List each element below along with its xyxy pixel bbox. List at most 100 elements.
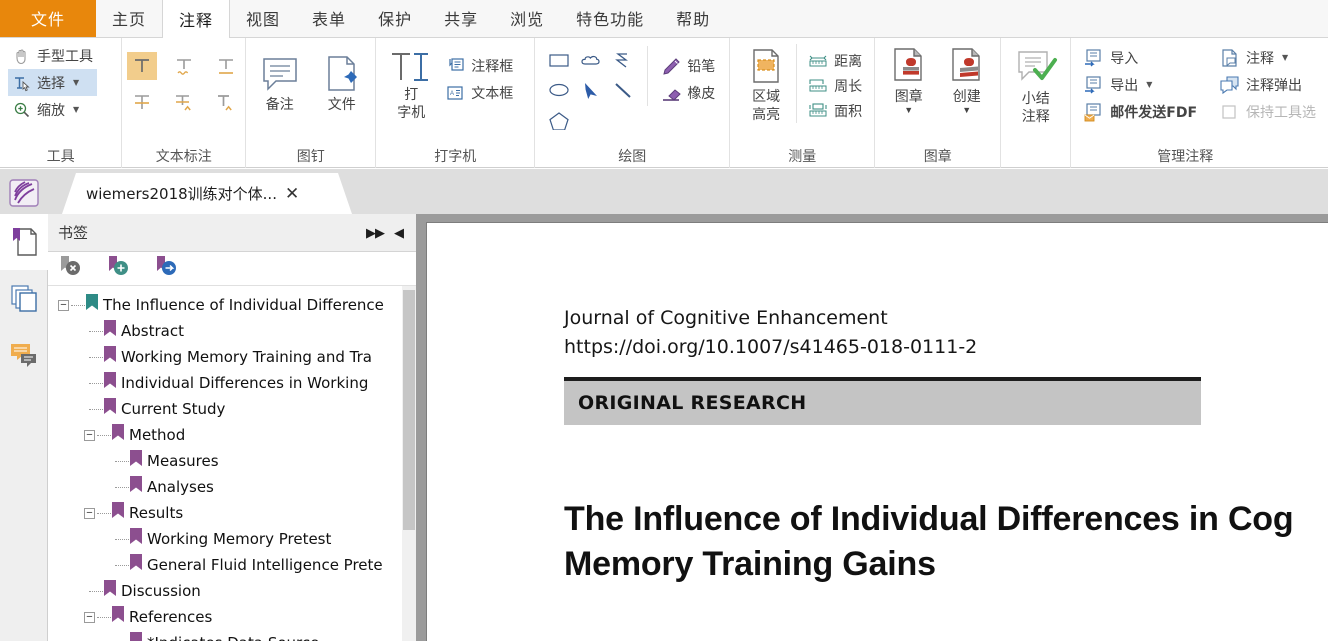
menu-item-form[interactable]: 表单 bbox=[296, 0, 362, 37]
bookmark-item[interactable]: − The Influence of Individual Difference bbox=[48, 292, 416, 318]
menu-item-view[interactable]: 视图 bbox=[230, 0, 296, 37]
menu-item-file[interactable]: 文件 bbox=[0, 0, 96, 37]
area-highlight-label: 区域 高亮 bbox=[752, 89, 781, 123]
comment-list-icon bbox=[1219, 48, 1241, 68]
comment-list-button[interactable]: 注释 ▼ bbox=[1215, 44, 1320, 71]
menu-item-special-features[interactable]: 特色功能 bbox=[560, 0, 660, 37]
bookmark-item[interactable]: General Fluid Intelligence Prete bbox=[48, 552, 416, 578]
menu-item-share[interactable]: 共享 bbox=[428, 0, 494, 37]
callout-box-button[interactable]: 注释框 bbox=[440, 52, 517, 79]
zoom-tool-button[interactable]: 缩放 ▼ bbox=[8, 96, 97, 123]
bookmarks-panel: 书签 ▶▶ ◀ − The Influence of Individual Di… bbox=[48, 214, 416, 641]
expander-icon[interactable]: − bbox=[58, 299, 69, 311]
document-tab[interactable]: wiemers2018训练对个体... ✕ bbox=[62, 173, 352, 214]
stamp-button[interactable]: 图章 ▼ bbox=[882, 44, 936, 116]
bookmarks-tree[interactable]: − The Influence of Individual Difference… bbox=[48, 286, 416, 641]
add-bookmark-icon[interactable] bbox=[106, 254, 132, 283]
ribbon-group-manage-comments-title: 管理注释 bbox=[1157, 149, 1214, 165]
expander-icon[interactable]: − bbox=[84, 507, 95, 519]
menu-item-browse[interactable]: 浏览 bbox=[494, 0, 560, 37]
pencil-button[interactable]: 铅笔 bbox=[656, 52, 719, 79]
bookmark-item[interactable]: Working Memory Pretest bbox=[48, 526, 416, 552]
area-measure-button[interactable]: 面积 bbox=[803, 98, 866, 123]
cloud-shape-icon[interactable] bbox=[575, 46, 607, 74]
bookmarks-scrollbar[interactable] bbox=[402, 286, 416, 641]
menu-item-home[interactable]: 主页 bbox=[96, 0, 162, 37]
hand-tool-button[interactable]: 手型工具 bbox=[8, 42, 97, 69]
perimeter-measure-button[interactable]: 周长 bbox=[803, 73, 866, 98]
import-comments-button[interactable]: 导入 bbox=[1079, 44, 1201, 71]
collapse-all-icon[interactable]: ▶▶ bbox=[361, 225, 389, 241]
pdf-page[interactable]: Journal of Cognitive Enhancement https:/… bbox=[426, 222, 1328, 641]
bookmark-item[interactable]: Working Memory Training and Tra bbox=[48, 344, 416, 370]
replace-text-icon[interactable] bbox=[169, 88, 199, 116]
bookmark-item[interactable]: Individual Differences in Working bbox=[48, 370, 416, 396]
polyline-icon[interactable] bbox=[607, 46, 639, 74]
chevron-down-icon[interactable]: ▼ bbox=[962, 106, 971, 115]
keep-tool-selected-checkbox[interactable]: 保持工具选 bbox=[1215, 98, 1320, 125]
journal-name: Journal of Cognitive Enhancement bbox=[564, 307, 888, 329]
bookmark-label: Working Memory Pretest bbox=[147, 530, 332, 548]
bookmark-item[interactable]: − Results bbox=[48, 500, 416, 526]
zoom-tool-label: 缩放 bbox=[37, 102, 65, 119]
menu-item-help[interactable]: 帮助 bbox=[660, 0, 726, 37]
ribbon-group-drawing-title: 绘图 bbox=[618, 149, 647, 165]
bookmark-item[interactable]: *Indicates Data Source bbox=[48, 630, 416, 641]
comments-panel-icon[interactable] bbox=[0, 326, 48, 382]
distance-measure-label: 距离 bbox=[834, 53, 863, 70]
bookmark-flag-icon bbox=[103, 397, 117, 422]
underline-icon[interactable] bbox=[211, 52, 241, 80]
bookmark-item[interactable]: Discussion bbox=[48, 578, 416, 604]
chevron-down-icon[interactable]: ▼ bbox=[1146, 80, 1152, 89]
insert-text-icon[interactable] bbox=[211, 88, 241, 116]
summarize-comments-button[interactable]: 小结 注释 bbox=[1007, 46, 1065, 128]
doi-link[interactable]: https://doi.org/10.1007/s41465-018-0111-… bbox=[564, 336, 1328, 358]
squiggly-underline-icon[interactable] bbox=[169, 52, 199, 80]
strikeout-icon[interactable] bbox=[127, 88, 157, 116]
expander-icon[interactable]: − bbox=[84, 611, 95, 623]
goto-bookmark-icon[interactable] bbox=[154, 254, 180, 283]
line-icon[interactable] bbox=[607, 76, 639, 104]
rectangle-icon[interactable] bbox=[543, 46, 575, 74]
bookmark-item[interactable]: Measures bbox=[48, 448, 416, 474]
bookmark-flag-icon bbox=[129, 553, 143, 578]
highlight-icon[interactable] bbox=[126, 52, 157, 80]
chevron-down-icon[interactable]: ▼ bbox=[73, 105, 79, 114]
hide-panel-icon[interactable]: ◀ bbox=[389, 225, 408, 241]
chevron-down-icon[interactable]: ▼ bbox=[904, 106, 913, 115]
bookmark-item[interactable]: − Method bbox=[48, 422, 416, 448]
file-attachment-button[interactable]: 文件 bbox=[315, 52, 369, 115]
expander-icon[interactable]: − bbox=[84, 429, 95, 441]
bookmark-item[interactable]: Analyses bbox=[48, 474, 416, 500]
page-thumbnails-panel-icon[interactable] bbox=[0, 270, 48, 326]
text-box-button[interactable]: A 文本框 bbox=[440, 79, 517, 106]
area-highlight-button[interactable]: 区域 高亮 bbox=[738, 44, 794, 126]
export-comments-button[interactable]: 导出 ▼ bbox=[1079, 71, 1201, 98]
delete-bookmark-icon[interactable] bbox=[58, 254, 84, 283]
keep-tool-checkbox[interactable] bbox=[1219, 102, 1241, 122]
bookmark-label: Abstract bbox=[121, 322, 184, 340]
bookmark-item[interactable]: − References bbox=[48, 604, 416, 630]
select-text-button[interactable]: 选择 ▼ bbox=[8, 69, 97, 96]
menu-item-protect[interactable]: 保护 bbox=[362, 0, 428, 37]
menu-item-comment[interactable]: 注释 bbox=[162, 0, 231, 38]
eraser-button[interactable]: 橡皮 bbox=[656, 79, 719, 106]
close-icon[interactable]: ✕ bbox=[285, 185, 299, 202]
chevron-down-icon[interactable]: ▼ bbox=[73, 78, 79, 87]
bookmark-flag-icon bbox=[129, 475, 143, 500]
note-comment-button[interactable]: 备注 bbox=[253, 52, 307, 115]
ellipse-icon[interactable] bbox=[543, 76, 575, 104]
document-view[interactable]: Journal of Cognitive Enhancement https:/… bbox=[416, 214, 1328, 641]
chevron-down-icon[interactable]: ▼ bbox=[1282, 53, 1288, 62]
bookmark-item[interactable]: Abstract bbox=[48, 318, 416, 344]
email-fdf-button[interactable]: 邮件发送FDF bbox=[1079, 98, 1201, 125]
comment-popup-button[interactable]: 注释弹出 bbox=[1215, 71, 1320, 98]
distance-measure-button[interactable]: 距离 bbox=[803, 48, 866, 73]
bookmark-item[interactable]: Current Study bbox=[48, 396, 416, 422]
pentagon-icon[interactable] bbox=[543, 106, 575, 134]
bookmarks-panel-icon[interactable] bbox=[0, 214, 48, 270]
typewriter-button[interactable]: 打 字机 bbox=[384, 46, 438, 124]
create-stamp-button[interactable]: 创建 ▼ bbox=[940, 44, 994, 116]
bookmarks-scrollbar-thumb[interactable] bbox=[403, 290, 415, 530]
arrow-icon[interactable] bbox=[575, 76, 607, 104]
